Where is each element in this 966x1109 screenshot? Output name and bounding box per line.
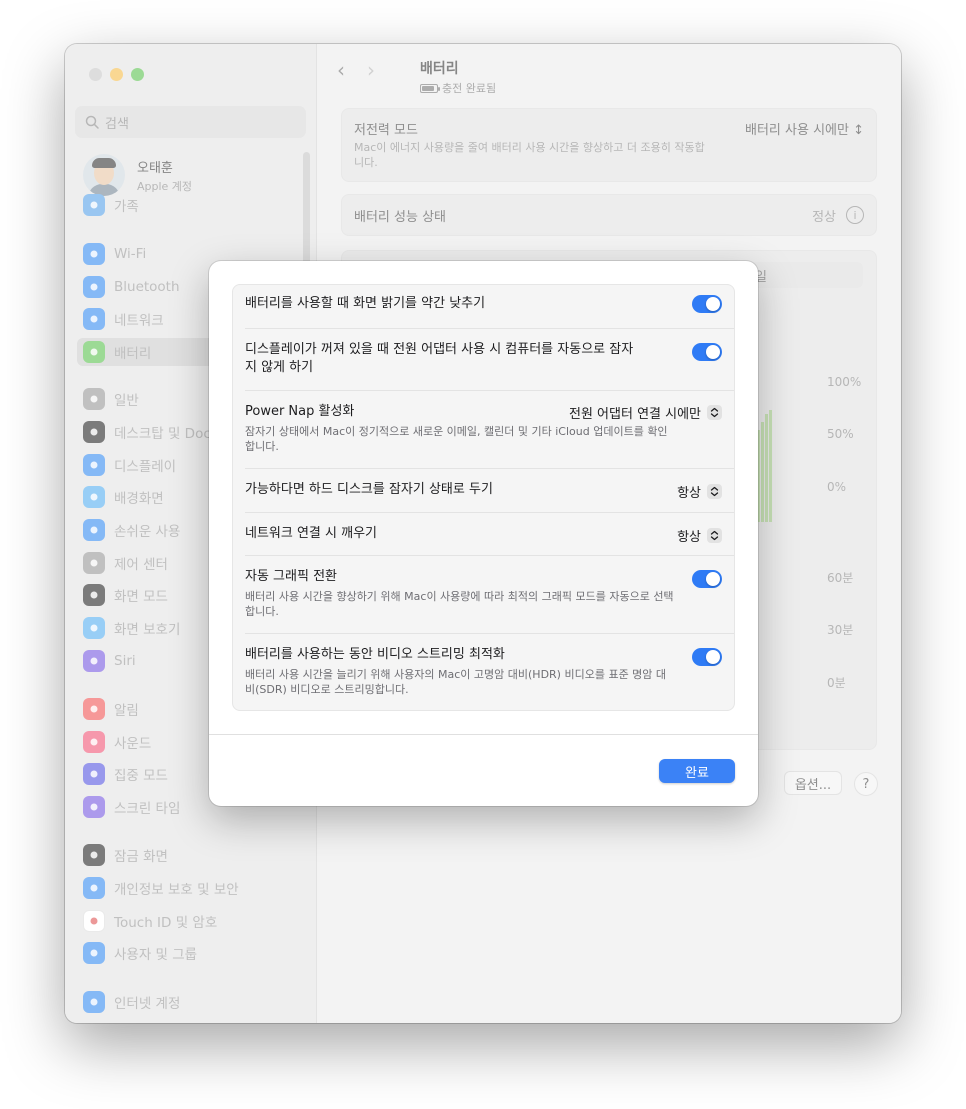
option-row: 자동 그래픽 전환배터리 사용 시간을 향상하기 위해 Mac이 사용량에 따라… [245,568,722,619]
option-popup-button[interactable]: 항상 [677,526,722,545]
option-label: 배터리를 사용할 때 화면 밝기를 약간 낮추기 [245,296,486,311]
option-label: 배터리를 사용하는 동안 비디오 스트리밍 최적화 [245,647,505,662]
popup-value: 항상 [677,486,701,501]
option-row: 배터리를 사용하는 동안 비디오 스트리밍 최적화배터리 사용 시간을 늘리기 … [245,646,722,697]
option-description: 배터리 사용 시간을 향상하기 위해 Mac이 사용량에 따라 최적의 그래픽 … [245,590,674,618]
option-divider [245,512,734,513]
option-row: 네트워크 연결 시 깨우기 [245,525,722,543]
option-toggle[interactable] [692,570,722,588]
options-group: 배터리를 사용할 때 화면 밝기를 약간 낮추기디스플레이가 꺼져 있을 때 전… [232,284,735,711]
option-description: 잠자기 상태에서 Mac이 정기적으로 새로운 이메일, 캘린더 및 기타 iC… [245,425,668,453]
popup-value: 전원 어댑터 연결 시에만 [569,407,701,422]
option-divider [245,390,734,391]
option-label: 자동 그래픽 전환 [245,569,337,584]
done-button[interactable]: 완료 [659,759,735,783]
option-popup-button[interactable]: 전원 어댑터 연결 시에만 [569,403,722,422]
battery-options-sheet: 배터리를 사용할 때 화면 밝기를 약간 낮추기디스플레이가 꺼져 있을 때 전… [209,261,758,806]
popup-value: 항상 [677,530,701,545]
option-label: 가능하다면 하드 디스크를 잠자기 상태로 두기 [245,482,493,497]
option-label: Power Nap 활성화 [245,404,355,419]
option-label: 디스플레이가 꺼져 있을 때 전원 어댑터 사용 시 컴퓨터를 자동으로 잠자지… [245,342,634,375]
option-toggle[interactable] [692,295,722,313]
option-popup-button[interactable]: 항상 [677,482,722,501]
option-label: 네트워크 연결 시 깨우기 [245,526,377,541]
option-toggle[interactable] [692,343,722,361]
option-description: 배터리 사용 시간을 늘리기 위해 사용자의 Mac이 고명암 대비(HDR) … [245,668,667,696]
option-row: 배터리를 사용할 때 화면 밝기를 약간 낮추기 [245,295,722,313]
option-row: 가능하다면 하드 디스크를 잠자기 상태로 두기 [245,481,722,499]
up-down-chevron-icon [707,405,722,420]
option-divider [245,328,734,329]
option-divider [245,633,734,634]
option-row: 디스플레이가 꺼져 있을 때 전원 어댑터 사용 시 컴퓨터를 자동으로 잠자지… [245,341,722,377]
option-divider [245,468,734,469]
up-down-chevron-icon [707,484,722,499]
option-divider [245,555,734,556]
option-toggle[interactable] [692,648,722,666]
up-down-chevron-icon [707,528,722,543]
sheet-footer-divider [209,734,758,735]
